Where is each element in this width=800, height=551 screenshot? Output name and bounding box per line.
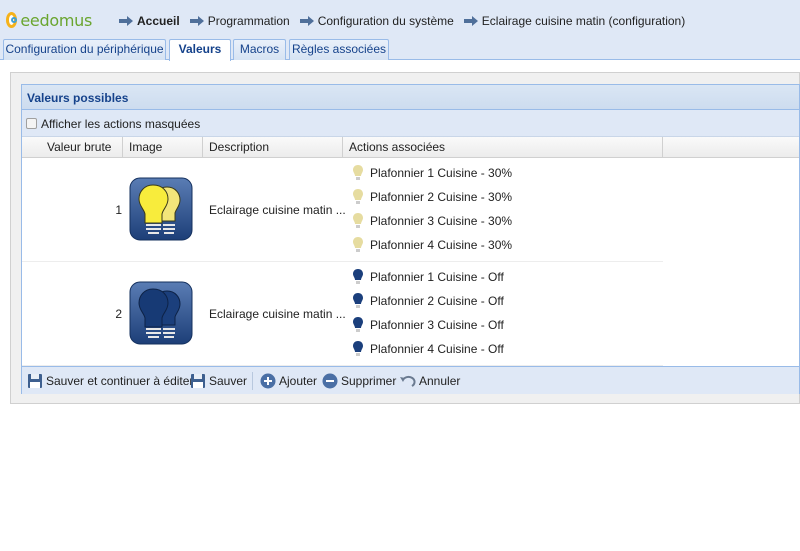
delete-label: Supprimer (341, 374, 397, 388)
arrow-right-icon (299, 16, 314, 26)
floppy-disk-icon (28, 374, 42, 388)
action-item[interactable]: Plafonnier 4 Cuisine - 30% (352, 233, 512, 257)
panel-header: Valeurs possibles (22, 85, 799, 110)
breadcrumb-label: Accueil (137, 14, 180, 28)
bulbs-on-icon (129, 177, 193, 241)
action-label: Plafonnier 2 Cuisine - 30% (370, 190, 513, 204)
action-label: Plafonnier 4 Cuisine - 30% (370, 238, 513, 252)
add-button[interactable]: Ajouter (260, 373, 317, 389)
toolbar-divider (252, 372, 253, 390)
arrow-right-icon (463, 16, 478, 26)
tab-bar: Configuration du périphérique Valeurs Ma… (0, 38, 800, 61)
arrow-right-icon (119, 16, 133, 26)
bottom-toolbar: Sauver et continuer à éditer Sauver Ajou… (22, 366, 799, 394)
brand-name: eedomus (20, 10, 92, 30)
table-row[interactable]: 1 Eclairage cuisine matin ... Plafonnier… (22, 158, 663, 262)
bulb-off-icon (353, 317, 363, 332)
action-item[interactable]: Plafonnier 2 Cuisine - Off (352, 289, 504, 313)
tab-macros[interactable]: Macros (233, 39, 286, 60)
filter-toolbar: Afficher les actions masquées (22, 110, 799, 137)
action-item[interactable]: Plafonnier 4 Cuisine - Off (352, 337, 504, 361)
action-item[interactable]: Plafonnier 1 Cuisine - 30% (352, 161, 512, 185)
bulb-dim-icon (353, 237, 363, 252)
action-item[interactable]: Plafonnier 1 Cuisine - Off (352, 265, 504, 289)
panel-title: Valeurs possibles (27, 91, 129, 105)
bulb-dim-icon (353, 189, 363, 204)
undo-icon (400, 375, 416, 387)
arrow-right-icon (189, 16, 204, 26)
column-header-image[interactable]: Image (123, 137, 203, 157)
tab-valeurs[interactable]: Valeurs (169, 39, 231, 61)
bulb-dim-icon (353, 165, 363, 180)
floppy-disk-icon (191, 374, 205, 388)
table-row[interactable]: 2 Eclairage cuisine matin ... Plafonnier… (22, 262, 663, 366)
breadcrumb-item-configuration[interactable]: Configuration du système (299, 14, 454, 28)
action-label: Plafonnier 3 Cuisine - 30% (370, 214, 513, 228)
delete-button[interactable]: Supprimer (322, 373, 396, 389)
breadcrumb-label: Configuration du système (317, 14, 454, 28)
raw-value: 2 (115, 307, 122, 321)
breadcrumb-item-current[interactable]: Eclairage cuisine matin (configuration) (463, 14, 686, 28)
eedomus-logo[interactable]: eedomus (6, 9, 92, 31)
action-label: Plafonnier 1 Cuisine - 30% (370, 166, 513, 180)
column-header-actions[interactable]: Actions associées (343, 137, 663, 157)
action-label: Plafonnier 4 Cuisine - Off (370, 342, 504, 356)
save-label: Sauver (209, 374, 248, 388)
minus-circle-icon (322, 373, 338, 389)
action-item[interactable]: Plafonnier 3 Cuisine - Off (352, 313, 504, 337)
action-item[interactable]: Plafonnier 3 Cuisine - 30% (352, 209, 512, 233)
breadcrumb-label: Programmation (207, 14, 290, 28)
breadcrumb-label: Eclairage cuisine matin (configuration) (481, 14, 686, 28)
add-label: Ajouter (279, 374, 318, 388)
cancel-button[interactable]: Annuler (400, 373, 460, 389)
top-bar: eedomus Accueil Programmation Configurat… (0, 0, 800, 38)
save-continue-button[interactable]: Sauver et continuer à éditer (27, 373, 193, 389)
bulb-off-icon (353, 293, 363, 308)
tab-configuration[interactable]: Configuration du périphérique (3, 39, 166, 60)
values-panel: Valeurs possibles Afficher les actions m… (21, 84, 800, 394)
plus-circle-icon (260, 373, 276, 389)
action-label: Plafonnier 3 Cuisine - Off (370, 318, 504, 332)
bulb-dim-icon (353, 213, 363, 228)
breadcrumb-item-home[interactable]: Accueil (119, 14, 180, 28)
bulb-off-icon (353, 341, 363, 356)
raw-value: 1 (115, 203, 122, 217)
logo-ring-icon (6, 12, 18, 28)
save-button[interactable]: Sauver (190, 373, 247, 389)
tab-regles[interactable]: Règles associées (289, 39, 389, 60)
action-label: Plafonnier 2 Cuisine - Off (370, 294, 504, 308)
description: Eclairage cuisine matin ... (209, 307, 346, 321)
save-continue-label: Sauver et continuer à éditer (46, 374, 194, 388)
column-header-description[interactable]: Description (203, 137, 343, 157)
column-header-raw[interactable]: Valeur brute (22, 137, 123, 157)
description: Eclairage cuisine matin ... (209, 203, 346, 217)
breadcrumb-item-programmation[interactable]: Programmation (189, 14, 290, 28)
show-hidden-checkbox[interactable] (26, 118, 37, 129)
action-label: Plafonnier 1 Cuisine - Off (370, 270, 504, 284)
grid-header: Valeur brute Image Description Actions a… (22, 137, 799, 158)
bulbs-off-icon (129, 281, 193, 345)
action-item[interactable]: Plafonnier 2 Cuisine - 30% (352, 185, 512, 209)
cancel-label: Annuler (419, 374, 461, 388)
bulb-off-icon (353, 269, 363, 284)
show-hidden-label[interactable]: Afficher les actions masquées (41, 117, 200, 131)
breadcrumb: Accueil Programmation Configuration du s… (119, 13, 695, 29)
